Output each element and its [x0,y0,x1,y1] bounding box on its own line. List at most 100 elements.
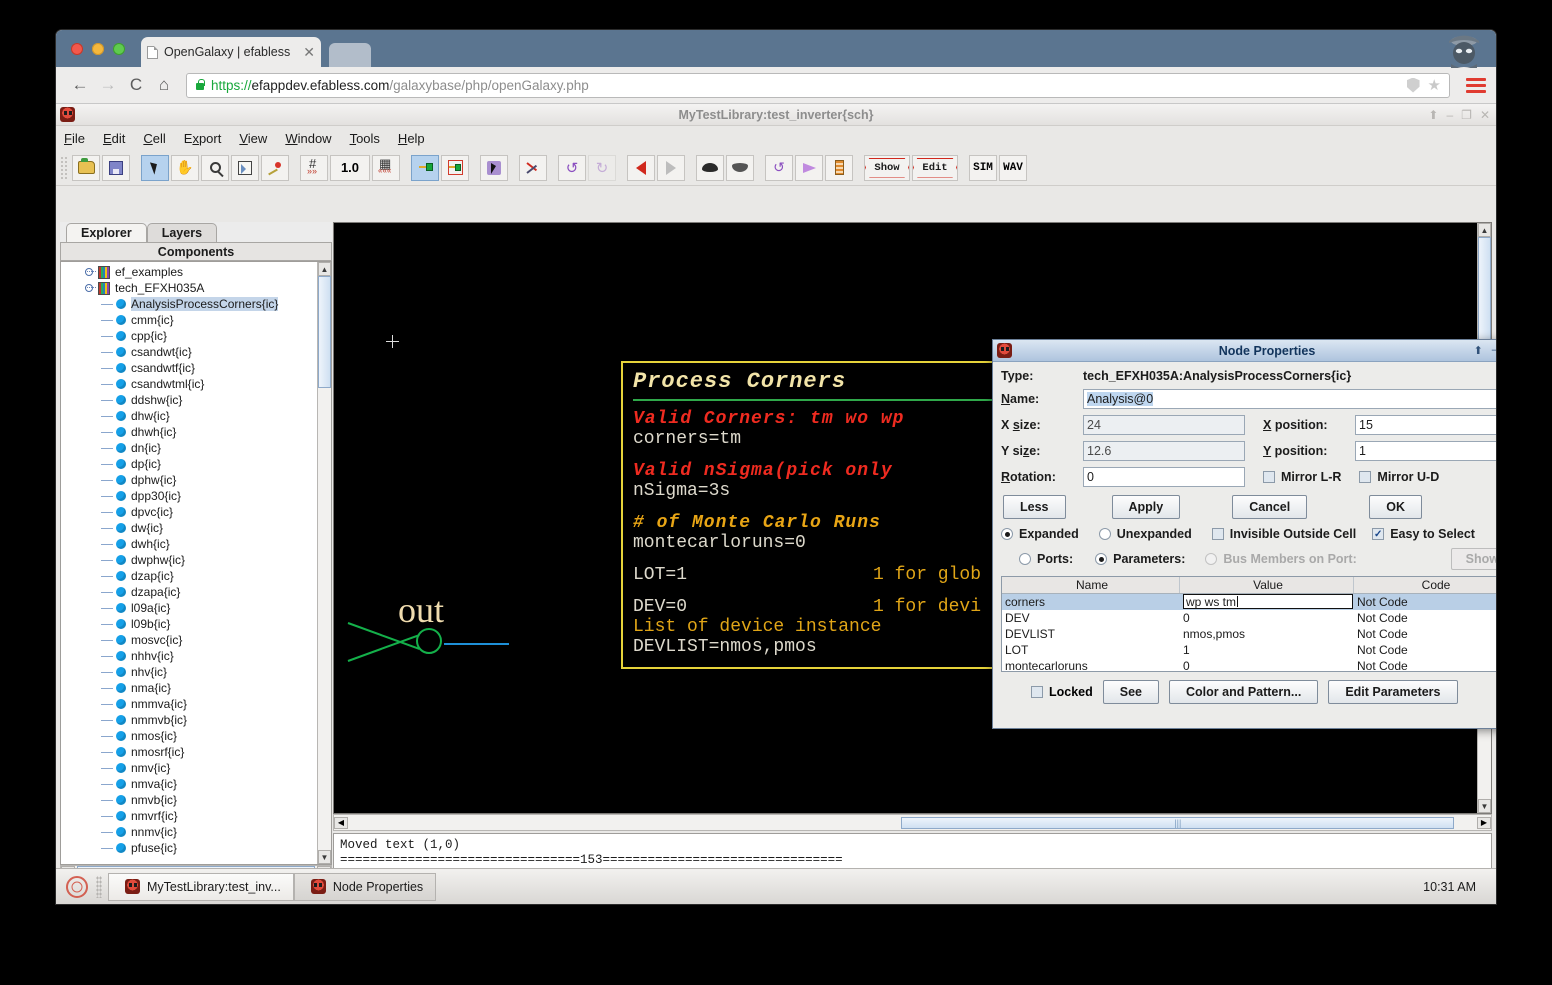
output-wire[interactable] [444,643,509,645]
tree-item[interactable]: nhhv{ic} [61,648,317,664]
taskbar-grip[interactable] [96,875,102,898]
invisible-outside-cell-checkbox[interactable]: Invisible Outside Cell [1192,527,1356,541]
hscroll-track[interactable]: ||| [348,816,1477,829]
tree-item[interactable]: tech_EFXH035A [61,280,317,296]
tree-item[interactable]: nmvrf{ic} [61,808,317,824]
unexpanded-radio[interactable]: Unexpanded [1079,527,1192,541]
wav-button[interactable]: WAV [999,154,1027,181]
scroll-down-icon[interactable]: ▼ [1478,799,1491,813]
app-maximize-button[interactable]: ❐ [1461,108,1472,122]
peek-icon[interactable] [696,154,724,181]
rotation-field[interactable]: 0 [1083,467,1245,487]
tree-item[interactable]: nmos{ic} [61,728,317,744]
zoom-level-value[interactable]: 1.0 [330,154,370,181]
menu-cell[interactable]: Cell [143,131,165,146]
parameter-value-cell[interactable]: 0 [1180,658,1354,672]
mirror-ud-checkbox[interactable]: Mirror U-D [1341,470,1439,484]
parameters-radio[interactable]: Parameters: [1073,552,1185,566]
window-minimize-button[interactable] [92,43,104,55]
home-button[interactable]: ⌂ [150,75,178,95]
scroll-up-icon[interactable]: ▲ [1478,223,1491,237]
table-row[interactable]: LOT 1 Not Code [1002,642,1496,658]
name-field[interactable]: Analysis@0 [1083,389,1496,409]
pick-object-icon[interactable] [480,154,508,181]
tree-item[interactable]: dwphw{ic} [61,552,317,568]
app-close-button[interactable]: ✕ [1480,108,1490,122]
tree-item[interactable]: nmmvb{ic} [61,712,317,728]
table-row[interactable]: DEVLIST nmos,pmos Not Code [1002,626,1496,642]
scroll-down-icon[interactable]: ▼ [318,850,331,864]
menu-file[interactable]: File [64,131,85,146]
scrollbar-thumb[interactable] [318,276,331,388]
dialog-minimize-button[interactable]: – [1492,344,1496,357]
menu-window[interactable]: Window [285,131,331,146]
menu-edit[interactable]: Edit [103,131,125,146]
peek-alt-icon[interactable] [726,154,754,181]
save-library-icon[interactable] [102,154,130,181]
browser-menu-button[interactable] [1466,77,1486,93]
tree-item[interactable]: nnmv{ic} [61,824,317,840]
tree-item[interactable]: dw{ic} [61,520,317,536]
yposition-field[interactable]: 1 [1355,441,1496,461]
node-properties-dialog[interactable]: Node Properties ⬆ – ❐ ✕ Type: tech_EFXH0… [992,339,1496,729]
table-row[interactable]: montecarloruns 0 Not Code [1002,658,1496,672]
easy-to-select-checkbox[interactable]: ✓ Easy to Select [1356,527,1475,541]
color-and-pattern-button[interactable]: Color and Pattern... [1169,680,1319,704]
back-arrow-icon[interactable] [627,154,655,181]
tree-item[interactable]: pfuse{ic} [61,840,317,856]
table-row[interactable]: DEV 0 Not Code [1002,610,1496,626]
forward-button[interactable]: → [94,75,122,95]
tab-layers[interactable]: Layers [146,223,218,242]
ysize-field[interactable]: 12.6 [1083,441,1245,461]
cancel-button[interactable]: Cancel [1232,495,1308,519]
scroll-left-icon[interactable]: ◀ [334,816,348,829]
apply-button[interactable]: Apply [1111,495,1181,519]
scroll-right-icon[interactable]: ▶ [1477,816,1491,829]
menu-export[interactable]: Export [184,131,222,146]
tree-item[interactable]: l09a{ic} [61,600,317,616]
redo-icon[interactable]: ↻ [588,154,616,181]
tree-item[interactable]: nmvb{ic} [61,792,317,808]
tree-item[interactable]: nmmva{ic} [61,696,317,712]
tree-item[interactable]: csandwtml{ic} [61,376,317,392]
tools-icon[interactable] [519,154,547,181]
grid-align-icon[interactable] [372,154,400,181]
xposition-field[interactable]: 15 [1355,415,1496,435]
tree-item[interactable]: dn{ic} [61,440,317,456]
parameter-value-input[interactable]: wp ws tm [1183,594,1353,609]
edit-button[interactable]: Edit [912,154,958,181]
tree-item[interactable]: dzapa{ic} [61,584,317,600]
tree-item[interactable]: nhv{ic} [61,664,317,680]
see-button[interactable]: See [1102,680,1160,704]
undo-icon[interactable]: ↺ [558,154,586,181]
tree-item[interactable]: mosvc{ic} [61,632,317,648]
wave-icon[interactable] [795,154,823,181]
taskbar-item-node-properties[interactable]: Node Properties [293,872,437,901]
new-tab-button[interactable] [329,43,371,67]
taskbar-item-schematic[interactable]: MyTestLibrary:test_inv... [108,872,294,901]
app-minimize-button[interactable]: – [1446,108,1453,122]
parameters-table[interactable]: Name Value Code corners wp ws tm Not Code D… [1001,576,1496,672]
less-button[interactable]: Less [1003,495,1066,519]
ruler-icon[interactable] [825,154,853,181]
locked-checkbox[interactable]: Locked [1001,685,1093,699]
tree-vertical-scrollbar[interactable]: ▲ ▼ [317,262,331,864]
toolbar-grip[interactable] [60,155,68,180]
sim-button[interactable]: SIM [969,154,997,181]
browser-tab[interactable]: OpenGalaxy | efabless ✕ [141,37,321,67]
scroll-up-icon[interactable]: ▲ [318,262,331,276]
shield-icon[interactable] [1406,77,1420,93]
menu-tools[interactable]: Tools [350,131,380,146]
grid-toggle-icon[interactable] [300,154,328,181]
dialog-title-bar[interactable]: Node Properties ⬆ – ❐ ✕ [993,340,1496,362]
expand-toggle-icon[interactable] [85,283,96,294]
parameter-value-cell[interactable]: 0 [1180,610,1354,626]
open-library-icon[interactable] [72,154,100,181]
reload-button[interactable]: C [122,75,150,95]
tree-item[interactable]: dpvc{ic} [61,504,317,520]
tree-item[interactable]: dwh{ic} [61,536,317,552]
tree-item[interactable]: dp{ic} [61,456,317,472]
pan-hand-icon[interactable]: ✋ [171,154,199,181]
tree-item[interactable]: ef_examples [61,264,317,280]
tree-item[interactable]: ddshw{ic} [61,392,317,408]
